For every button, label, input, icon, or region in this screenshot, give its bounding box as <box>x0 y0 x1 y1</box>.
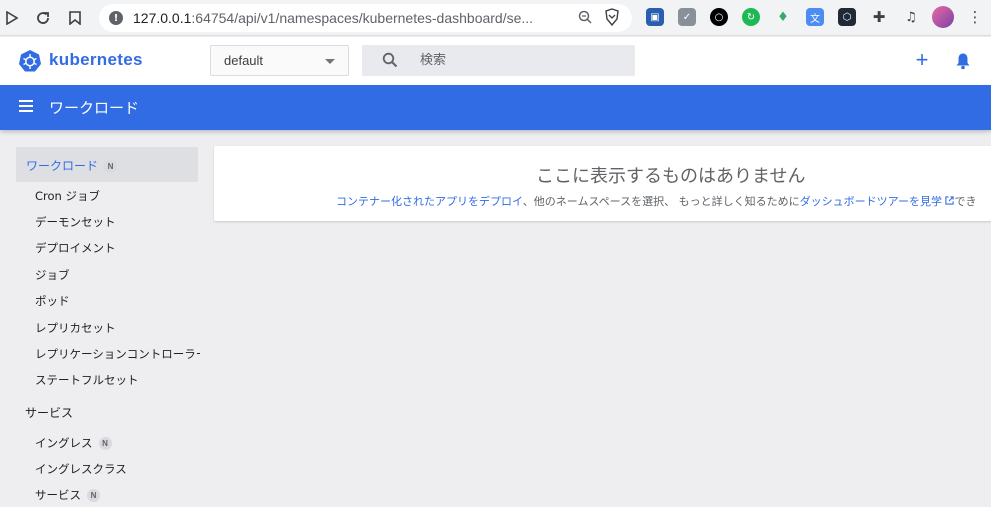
sidebar-item-ingressclasses[interactable]: イングレスクラス <box>35 461 127 477</box>
extension-leaf-icon[interactable]: ♦ <box>774 8 792 26</box>
url-host: 127.0.0.1 <box>133 10 192 26</box>
create-resource-button[interactable]: + <box>912 49 932 71</box>
new-badge: N <box>104 160 118 173</box>
namespace-selector[interactable]: default <box>210 45 349 76</box>
page-toolbar: ワークロード <box>0 85 991 130</box>
empty-state-text: 、他のネームスペースを選択、 もっと詳しく知るために <box>522 195 800 208</box>
sidebar-section-services[interactable]: サービス <box>25 404 73 421</box>
dashboard-tour-label: ダッシュボードツアーを見学 <box>799 195 942 208</box>
browser-toolbar: ! 127.0.0.1:64754/api/v1/namespaces/kube… <box>0 0 991 36</box>
new-badge: N <box>98 437 112 450</box>
sidebar-item-label: イングレスクラス <box>35 462 127 476</box>
brand-name[interactable]: kubernetes <box>49 50 143 70</box>
empty-state-message: コンテナー化されたアプリをデプロイ、他のネームスペースを選択、 もっと詳しく知る… <box>336 193 976 209</box>
app-header: kubernetes default + <box>0 37 991 85</box>
sidebar-item-cronjobs[interactable]: Cron ジョブ <box>35 188 100 204</box>
extension-bitwarden-icon[interactable]: ▣ <box>646 8 664 26</box>
sidebar-item-deployments[interactable]: デプロイメント <box>35 240 116 256</box>
extension-grammarly-icon[interactable]: ↻ <box>742 8 760 26</box>
sidebar-item-pods[interactable]: ポッド <box>35 293 70 309</box>
address-bar[interactable]: ! 127.0.0.1:64754/api/v1/namespaces/kube… <box>99 4 632 32</box>
search-icon <box>382 52 398 68</box>
deploy-app-link[interactable]: コンテナー化されたアプリをデプロイ <box>336 195 523 208</box>
extension-shield-icon[interactable]: ✓ <box>678 8 696 26</box>
empty-state-card: ここに表示するものはありません コンテナー化されたアプリをデプロイ、他のネームス… <box>214 146 991 221</box>
empty-state-tail: でき <box>954 195 977 208</box>
page-title: ワークロード <box>49 99 140 117</box>
sidebar-item-jobs[interactable]: ジョブ <box>35 267 70 283</box>
notifications-bell-icon[interactable] <box>955 52 971 70</box>
brave-shield-icon[interactable] <box>604 8 620 26</box>
url-text: 127.0.0.1:64754/api/v1/namespaces/kubern… <box>133 10 563 26</box>
profile-avatar-icon[interactable] <box>932 6 954 28</box>
search-input[interactable] <box>420 50 620 70</box>
empty-state-title: ここに表示するものはありません <box>536 166 806 187</box>
sidebar-item-ingresses[interactable]: イングレス N <box>35 435 112 451</box>
sidebar-item-daemonsets[interactable]: デーモンセット <box>35 214 116 230</box>
browser-menu-icon[interactable]: ⋮ <box>966 8 984 26</box>
zoom-icon[interactable] <box>578 10 592 24</box>
sidebar-item-workloads[interactable]: ワークロード N <box>16 147 198 182</box>
media-control-icon[interactable]: ♫ <box>902 8 920 26</box>
sidebar-item-replicasets[interactable]: レプリカセット <box>35 320 116 336</box>
sidebar-item-replicationcontrollers[interactable]: レプリケーションコントローラー <box>35 346 200 362</box>
sidebar-item-statefulsets[interactable]: ステートフルセット <box>35 372 139 388</box>
site-info-icon[interactable]: ! <box>109 11 123 25</box>
bookmark-icon[interactable] <box>65 8 85 28</box>
new-badge: N <box>87 489 100 502</box>
kubernetes-logo-icon[interactable] <box>18 49 42 73</box>
sidebar-item-services[interactable]: サービス N <box>35 487 100 503</box>
url-path: :64754/api/v1/namespaces/kubernetes-dash… <box>191 10 534 26</box>
sidebar-item-label: イングレス <box>35 436 93 450</box>
dashboard-tour-link[interactable]: ダッシュボードツアーを見学 <box>800 195 955 208</box>
extension-circle-icon[interactable]: ○ <box>710 8 728 26</box>
sidebar-item-label: ワークロード <box>26 159 99 173</box>
sidebar-item-label: サービス <box>35 488 81 502</box>
play-icon[interactable] <box>2 8 22 28</box>
sidebar-nav: ワークロード N Cron ジョブ デーモンセット デプロイメント ジョブ ポッド… <box>0 130 205 507</box>
extensions-puzzle-icon[interactable]: ✚ <box>870 8 888 26</box>
menu-toggle-icon[interactable] <box>19 100 33 112</box>
dropdown-caret-icon <box>325 59 335 64</box>
extension-hex-icon[interactable]: ⬡ <box>838 8 856 26</box>
reload-icon[interactable] <box>33 8 53 28</box>
namespace-value: default <box>224 53 264 68</box>
extension-translate-icon[interactable]: 文 <box>806 8 824 26</box>
search-bar[interactable] <box>362 45 635 76</box>
